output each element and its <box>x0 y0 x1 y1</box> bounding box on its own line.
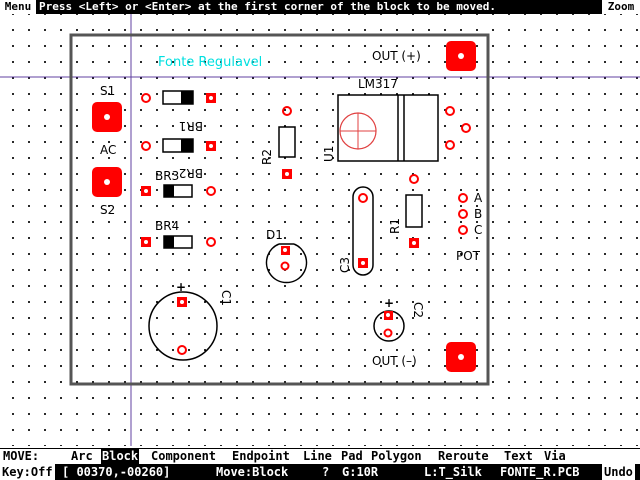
help-button[interactable]: ? <box>322 464 329 480</box>
label-pot: POT <box>456 249 481 263</box>
label-c2-plus: + <box>384 296 394 310</box>
label-pot-a: A <box>474 191 483 205</box>
component-c3[interactable]: C3 <box>338 186 374 276</box>
status-bar: Key:Off [ 00370,-00260] Move:Block ? G:1… <box>0 464 640 480</box>
label-s2: S2 <box>100 203 115 217</box>
undo-button[interactable]: Undo <box>602 464 635 480</box>
label-pot-c: C <box>474 223 482 237</box>
label-br2: BR2 <box>179 166 203 180</box>
key-toggle[interactable]: Key:Off <box>0 464 55 480</box>
label-c2: C2 <box>411 302 425 318</box>
component-d1[interactable]: D1 <box>265 228 308 284</box>
label-c3: C3 <box>338 257 352 273</box>
component-r2[interactable]: R2 <box>260 106 296 179</box>
component-r1[interactable]: R1 <box>388 174 423 248</box>
command-polygon[interactable]: Polygon <box>370 449 423 464</box>
zoom-button[interactable]: Zoom <box>602 0 640 14</box>
top-bar: Menu Press <Left> or <Enter> at the firs… <box>0 0 640 14</box>
component-u1-lm317[interactable]: LM317 U1 <box>322 77 471 162</box>
component-br1[interactable]: BR1 <box>141 90 216 133</box>
command-mode-label: MOVE: <box>3 449 40 463</box>
command-arc[interactable]: Arc <box>70 449 94 464</box>
pad-hole <box>104 179 110 185</box>
component-c2[interactable]: + C2 <box>373 296 425 342</box>
pcb-canvas[interactable]: Fonte Regulavel OUT (+) OUT (–) S1 AC S2… <box>0 14 640 446</box>
component-br4[interactable]: BR4 <box>141 219 216 249</box>
grid-status[interactable]: G:10R <box>342 464 378 480</box>
label-u1: U1 <box>322 146 336 162</box>
file-name: FONTE_R.PCB <box>500 465 580 479</box>
pad-hole <box>458 354 464 360</box>
label-ac: AC <box>100 143 116 157</box>
label-d1: D1 <box>266 228 283 242</box>
label-c1: C1 <box>219 290 233 306</box>
label-out-minus: OUT (–) <box>372 354 417 368</box>
prompt-message: Press <Left> or <Enter> at the first cor… <box>36 0 602 14</box>
label-s1: S1 <box>100 84 115 98</box>
label-pot-b: B <box>474 207 482 221</box>
command-reroute[interactable]: Reroute <box>437 449 490 464</box>
component-c1[interactable]: + C1 <box>148 280 233 361</box>
pad-hole <box>104 114 110 120</box>
layer-status[interactable]: L:T_Silk <box>424 464 482 480</box>
label-br1: BR1 <box>179 119 203 133</box>
command-pad[interactable]: Pad <box>340 449 364 464</box>
label-r2: R2 <box>260 149 274 165</box>
label-br3: BR3 <box>155 169 179 183</box>
board-title: Fonte Regulavel <box>158 55 262 70</box>
pad-hole <box>458 53 464 59</box>
command-line[interactable]: Line <box>302 449 333 464</box>
command-via[interactable]: Via <box>543 449 567 464</box>
command-block[interactable]: Block <box>101 449 140 464</box>
label-br4: BR4 <box>155 219 179 233</box>
menu-button[interactable]: Menu <box>0 0 36 14</box>
command-text[interactable]: Text <box>503 449 534 464</box>
label-r1: R1 <box>388 218 402 234</box>
command-endpoint[interactable]: Endpoint <box>231 449 291 464</box>
label-out-plus: OUT (+) <box>372 49 421 63</box>
coordinate-readout: [ 00370,-00260] <box>62 465 171 479</box>
board-outline <box>69 33 490 386</box>
component-pot[interactable]: A B C POT <box>456 191 483 263</box>
pcb-board-drawing: Fonte Regulavel OUT (+) OUT (–) S1 AC S2… <box>0 14 640 446</box>
command-bar: MOVE: Arc Block Component Endpoint Line … <box>0 448 640 464</box>
move-mode-status: Move:Block <box>216 465 289 479</box>
label-lm317: LM317 <box>358 77 398 91</box>
command-component[interactable]: Component <box>150 449 217 464</box>
